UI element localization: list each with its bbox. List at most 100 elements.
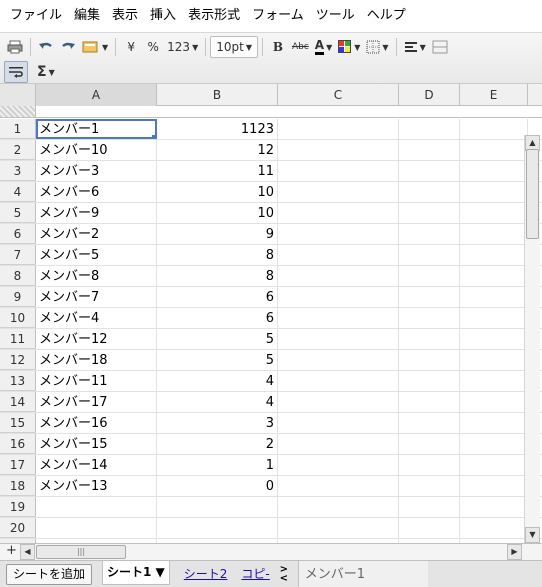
cell-c[interactable] [278,329,399,349]
horizontal-scrollbar[interactable]: + ◀ ||| ▶ [0,543,542,560]
cell-b[interactable]: 6 [157,287,278,307]
horizontal-scroll-thumb[interactable]: ||| [36,545,126,559]
row-header[interactable]: 12 [0,350,36,370]
strikethrough-button[interactable]: Abc [289,36,312,58]
row-header[interactable]: 10 [0,308,36,328]
cell-b[interactable] [157,518,278,538]
number-format-button[interactable]: 123 ▼ [164,36,201,58]
cell-e[interactable] [460,119,528,139]
menu-item[interactable]: フォーム [246,0,310,32]
row-header[interactable]: 3 [0,161,36,181]
scroll-right-arrow-icon[interactable]: ▶ [507,544,522,560]
cell-e[interactable] [460,455,528,475]
cell-c[interactable] [278,161,399,181]
cell-d[interactable] [399,266,460,286]
cell-a[interactable]: メンバー17 [36,392,157,412]
cell-e[interactable] [460,308,528,328]
cell-c[interactable] [278,518,399,538]
cell-d[interactable] [399,308,460,328]
row-header[interactable]: 7 [0,245,36,265]
row-header[interactable]: 13 [0,371,36,391]
row-header[interactable]: 1 [0,119,36,139]
cell-b[interactable]: 4 [157,371,278,391]
cell-c[interactable] [278,392,399,412]
menu-item[interactable]: 表示 [106,0,144,32]
fill-color-button[interactable]: ▼ [335,36,363,58]
cell-d[interactable] [399,224,460,244]
cell-c[interactable] [278,245,399,265]
cell-d[interactable] [399,119,460,139]
row-header[interactable]: 15 [0,413,36,433]
vertical-scroll-thumb[interactable] [526,149,539,239]
cell-c[interactable] [278,413,399,433]
cell-c[interactable] [278,434,399,454]
cell-a[interactable]: メンバー18 [36,350,157,370]
cell-a[interactable]: メンバー3 [36,161,157,181]
currency-format-button[interactable]: ¥ [120,36,142,58]
cell-d[interactable] [399,497,460,517]
cell-a[interactable]: メンバー14 [36,455,157,475]
cell-e[interactable] [460,497,528,517]
redo-button[interactable] [57,36,79,58]
cell-a[interactable]: メンバー5 [36,245,157,265]
cell-a[interactable]: メンバー6 [36,182,157,202]
row-header[interactable]: 9 [0,287,36,307]
menu-item[interactable]: 挿入 [144,0,182,32]
cell-a[interactable]: メンバー8 [36,266,157,286]
cell-e[interactable] [460,224,528,244]
percent-format-button[interactable]: % [142,36,164,58]
align-button[interactable]: ▼ [401,36,429,58]
cell-b[interactable]: 6 [157,308,278,328]
cell-d[interactable] [399,455,460,475]
cell-a[interactable]: メンバー1 [36,119,157,139]
cell-a[interactable]: メンバー4 [36,308,157,328]
cell-d[interactable] [399,350,460,370]
sheet-tab-1[interactable]: シート1 ▼ [102,561,170,585]
cell-b[interactable]: 3 [157,413,278,433]
column-header-d[interactable]: D [399,84,460,106]
row-header[interactable]: 2 [0,140,36,160]
cell-b[interactable]: 12 [157,140,278,160]
font-size-select[interactable]: 10pt ▼ [210,36,258,58]
cell-d[interactable] [399,245,460,265]
cell-b[interactable]: 8 [157,266,278,286]
cell-c[interactable] [278,140,399,160]
cell-b[interactable]: 4 [157,392,278,412]
cell-e[interactable] [460,392,528,412]
column-header-b[interactable]: B [157,84,278,106]
menu-item[interactable]: ツール [310,0,361,32]
cell-d[interactable] [399,329,460,349]
menu-item[interactable]: ファイル [4,0,68,32]
cell-e[interactable] [460,161,528,181]
cell-b[interactable]: 10 [157,182,278,202]
row-header[interactable]: 20 [0,518,36,538]
cell-a[interactable]: メンバー10 [36,140,157,160]
cell-e[interactable] [460,518,528,538]
row-header[interactable]: 18 [0,476,36,496]
print-button[interactable] [4,36,26,58]
cell-d[interactable] [399,161,460,181]
cell-d[interactable] [399,287,460,307]
vertical-scrollbar[interactable]: ▲ ▼ [524,135,540,543]
cell-a[interactable] [36,497,157,517]
row-header[interactable]: 19 [0,497,36,517]
scroll-left-arrow-icon[interactable]: ◀ [20,544,35,560]
borders-button[interactable]: ▼ [363,36,391,58]
cell-d[interactable] [399,518,460,538]
cell-d[interactable] [399,392,460,412]
freeze-bar[interactable] [0,106,542,118]
cell-c[interactable] [278,350,399,370]
cell-a[interactable]: メンバー15 [36,434,157,454]
cell-e[interactable] [460,350,528,370]
bold-button[interactable]: B [267,36,289,58]
text-color-button[interactable]: A ▼ [312,36,335,58]
cell-e[interactable] [460,476,528,496]
cell-e[interactable] [460,203,528,223]
add-sheet-button[interactable]: シートを追加 [6,563,93,585]
cell-d[interactable] [399,203,460,223]
row-header[interactable]: 17 [0,455,36,475]
cell-c[interactable] [278,182,399,202]
format-painter-button[interactable]: ▼ [79,36,111,58]
cell-a[interactable]: メンバー2 [36,224,157,244]
cell-b[interactable]: 10 [157,203,278,223]
